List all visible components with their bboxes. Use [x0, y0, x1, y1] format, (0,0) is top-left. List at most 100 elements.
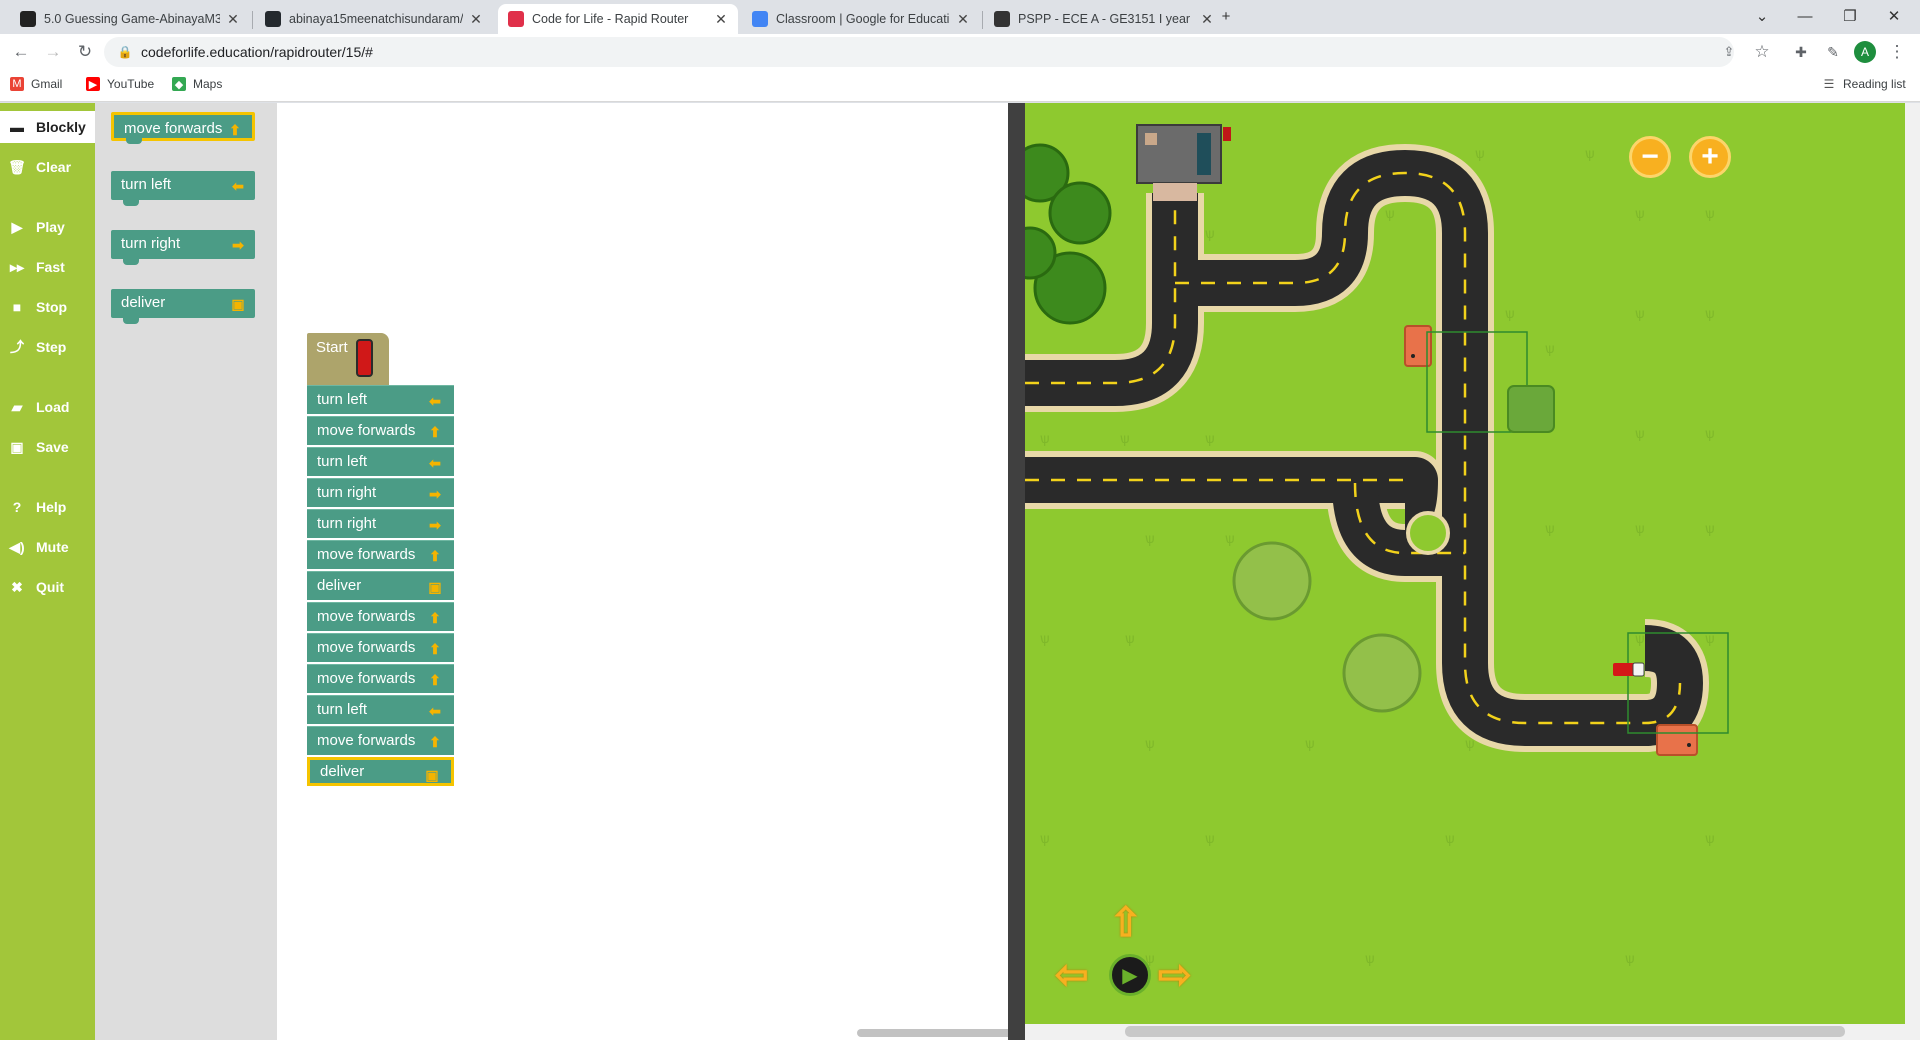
close-window-button[interactable]: ✕: [1872, 0, 1916, 32]
address-toolbar: ← → ↻ 🔒 codeforlife.education/rapidroute…: [0, 34, 1920, 70]
fast-forward-icon: ▸▸: [9, 258, 25, 275]
share-icon[interactable]: ⇪: [1718, 41, 1740, 63]
move-forwards-arrow-icon[interactable]: ⇧: [1109, 903, 1143, 943]
toolbox-block-move-forwards[interactable]: move forwards ⬆: [111, 112, 255, 144]
bookmark-youtube[interactable]: ▶ YouTube: [86, 77, 154, 91]
sidebar-save-button[interactable]: ▣ Save: [0, 431, 95, 463]
game-horizontal-scrollbar[interactable]: [1125, 1026, 1845, 1037]
svg-text:ѱ: ѱ: [1205, 225, 1215, 241]
program-block-move-forwards[interactable]: move forwards ⬆: [307, 416, 454, 445]
youtube-icon: ▶: [86, 77, 100, 91]
arrow-up-icon: ⬆: [429, 610, 441, 626]
browser-tab[interactable]: PSPP - ECE A - GE3151 I year ECE✕: [984, 4, 1224, 34]
svg-text:ѱ: ѱ: [1125, 630, 1135, 646]
svg-text:ѱ: ѱ: [1365, 950, 1375, 966]
sidebar-label: Blockly: [36, 119, 86, 135]
program-block-move-forwards[interactable]: move forwards ⬆: [307, 726, 454, 755]
program-block-deliver[interactable]: deliver ▣: [307, 757, 454, 786]
sidebar-mute-button[interactable]: ◀) Mute: [0, 531, 95, 563]
svg-text:ѱ: ѱ: [1625, 950, 1635, 966]
rapid-router-page: ▬ Blockly 🗑 Clear ▶ Play ▸▸ Fast ■ Stop ⤴ Step ▰ Load…: [0, 103, 1920, 1040]
url-text[interactable]: codeforlife.education/rapidrouter/15/#: [141, 44, 373, 60]
browser-window: 5.0 Guessing Game-AbinayaM3 · ✕ abinaya15m…: [0, 0, 1920, 1040]
svg-text:ѱ: ѱ: [1635, 425, 1645, 441]
tab-close-icon[interactable]: ✕: [956, 11, 970, 28]
reading-list-icon: ☰: [1823, 77, 1835, 91]
block-label: move forwards: [317, 422, 416, 439]
browser-tab[interactable]: 5.0 Guessing Game-AbinayaM3 · ✕: [10, 4, 250, 34]
delivery-house-2: [1656, 724, 1698, 756]
block-label: turn right: [317, 515, 377, 532]
sidebar-clear-button[interactable]: 🗑 Clear: [0, 151, 95, 183]
tab-close-icon[interactable]: ✕: [226, 11, 240, 28]
forward-button[interactable]: →: [42, 41, 64, 63]
bookmark-star-icon[interactable]: ☆: [1751, 41, 1773, 63]
sidebar-load-button[interactable]: ▰ Load: [0, 391, 95, 423]
program-block-move-forwards[interactable]: move forwards ⬆: [307, 540, 454, 569]
toolbox-block-turn-right[interactable]: turn right ➡: [111, 230, 255, 265]
tab-close-icon[interactable]: ✕: [714, 11, 728, 28]
start-label: Start: [316, 339, 348, 356]
tab-favicon-icon: [20, 11, 36, 27]
svg-text:ѱ: ѱ: [1705, 520, 1715, 536]
extensions-icon[interactable]: ✚: [1790, 41, 1812, 63]
toolbox-block-deliver[interactable]: deliver ▣: [111, 289, 255, 324]
toolbox-block-turn-left[interactable]: turn left ⬅: [111, 171, 255, 206]
svg-text:ѱ: ѱ: [1705, 830, 1715, 846]
browser-tab[interactable]: abinaya15meenatchisundaram/P ✕: [255, 4, 493, 34]
program-block-turn-left[interactable]: turn left ⬅: [307, 695, 454, 724]
start-block[interactable]: Start: [307, 333, 389, 385]
profile-avatar[interactable]: A: [1854, 41, 1876, 63]
bookmarks-bar: M Gmail ▶ YouTube ◆ Maps ☰ Reading list: [0, 70, 1920, 102]
program-block-move-forwards[interactable]: move forwards ⬆: [307, 664, 454, 693]
close-icon: ✖: [11, 578, 23, 595]
minimize-button[interactable]: —: [1783, 0, 1827, 32]
turn-right-icon: ➡: [429, 517, 441, 533]
sidebar-step-button[interactable]: ⤴ Step: [0, 331, 95, 363]
block-notch: [123, 318, 139, 324]
svg-text:ѱ: ѱ: [1635, 305, 1645, 321]
browser-tab[interactable]: Code for Life - Rapid Router ✕: [498, 4, 738, 34]
tab-close-icon[interactable]: ✕: [469, 11, 483, 28]
svg-text:ѱ: ѱ: [1705, 305, 1715, 321]
turn-left-arrow-icon[interactable]: ⇦: [1055, 955, 1089, 995]
turn-right-arrow-icon[interactable]: ⇨: [1158, 955, 1192, 995]
reload-button[interactable]: ↻: [74, 41, 96, 63]
menu-kebab-icon[interactable]: ⋮: [1886, 41, 1908, 63]
sidebar-blockly-button[interactable]: ▬ Blockly: [0, 111, 95, 143]
new-tab-button[interactable]: +: [1204, 0, 1248, 32]
program-block-turn-right[interactable]: turn right ➡: [307, 478, 454, 507]
program-block-move-forwards[interactable]: move forwards ⬆: [307, 633, 454, 662]
svg-text:ѱ: ѱ: [1705, 205, 1715, 221]
game-play-button[interactable]: ▶: [1109, 954, 1151, 996]
game-vertical-scrollbar[interactable]: [1905, 103, 1920, 1024]
sidebar-help-button[interactable]: ? Help: [0, 491, 95, 523]
reading-list-button[interactable]: ☰ Reading list: [1822, 77, 1906, 91]
zoom-out-button[interactable]: −: [1629, 136, 1671, 178]
tab-search-icon[interactable]: ⌄: [1740, 0, 1784, 32]
svg-text:ѱ: ѱ: [1305, 735, 1315, 751]
sidebar-fast-button[interactable]: ▸▸ Fast: [0, 251, 95, 283]
back-button[interactable]: ←: [10, 41, 32, 63]
restore-button[interactable]: ❐: [1828, 0, 1872, 32]
svg-text:ѱ: ѱ: [1040, 430, 1050, 446]
sidebar-stop-button[interactable]: ■ Stop: [0, 291, 95, 323]
tab-separator: [982, 11, 983, 29]
sidebar: ▬ Blockly 🗑 Clear ▶ Play ▸▸ Fast ■ Stop ⤴ Step ▰ Load…: [0, 103, 95, 1040]
program-block-turn-right[interactable]: turn right ➡: [307, 509, 454, 538]
extension-tool-icon[interactable]: ✎: [1822, 41, 1844, 63]
program-block-deliver[interactable]: deliver ▣: [307, 571, 454, 600]
program-block-turn-left[interactable]: turn left ⬅: [307, 447, 454, 476]
browser-tab[interactable]: Classroom | Google for Educatio ✕: [742, 4, 980, 34]
program-block-turn-left[interactable]: turn left ⬅: [307, 385, 454, 414]
panel-divider[interactable]: [1008, 103, 1025, 1040]
bookmark-maps[interactable]: ◆ Maps: [172, 77, 222, 91]
sidebar-label: Play: [36, 219, 65, 235]
sidebar-quit-button[interactable]: ✖ Quit: [0, 571, 95, 603]
block-label: move forwards: [317, 732, 416, 749]
bookmark-gmail[interactable]: M Gmail: [10, 77, 62, 91]
sidebar-play-button[interactable]: ▶ Play: [0, 211, 95, 243]
program-block-move-forwards[interactable]: move forwards ⬆: [307, 602, 454, 631]
block-label: move forwards: [317, 670, 416, 687]
zoom-in-button[interactable]: +: [1689, 136, 1731, 178]
